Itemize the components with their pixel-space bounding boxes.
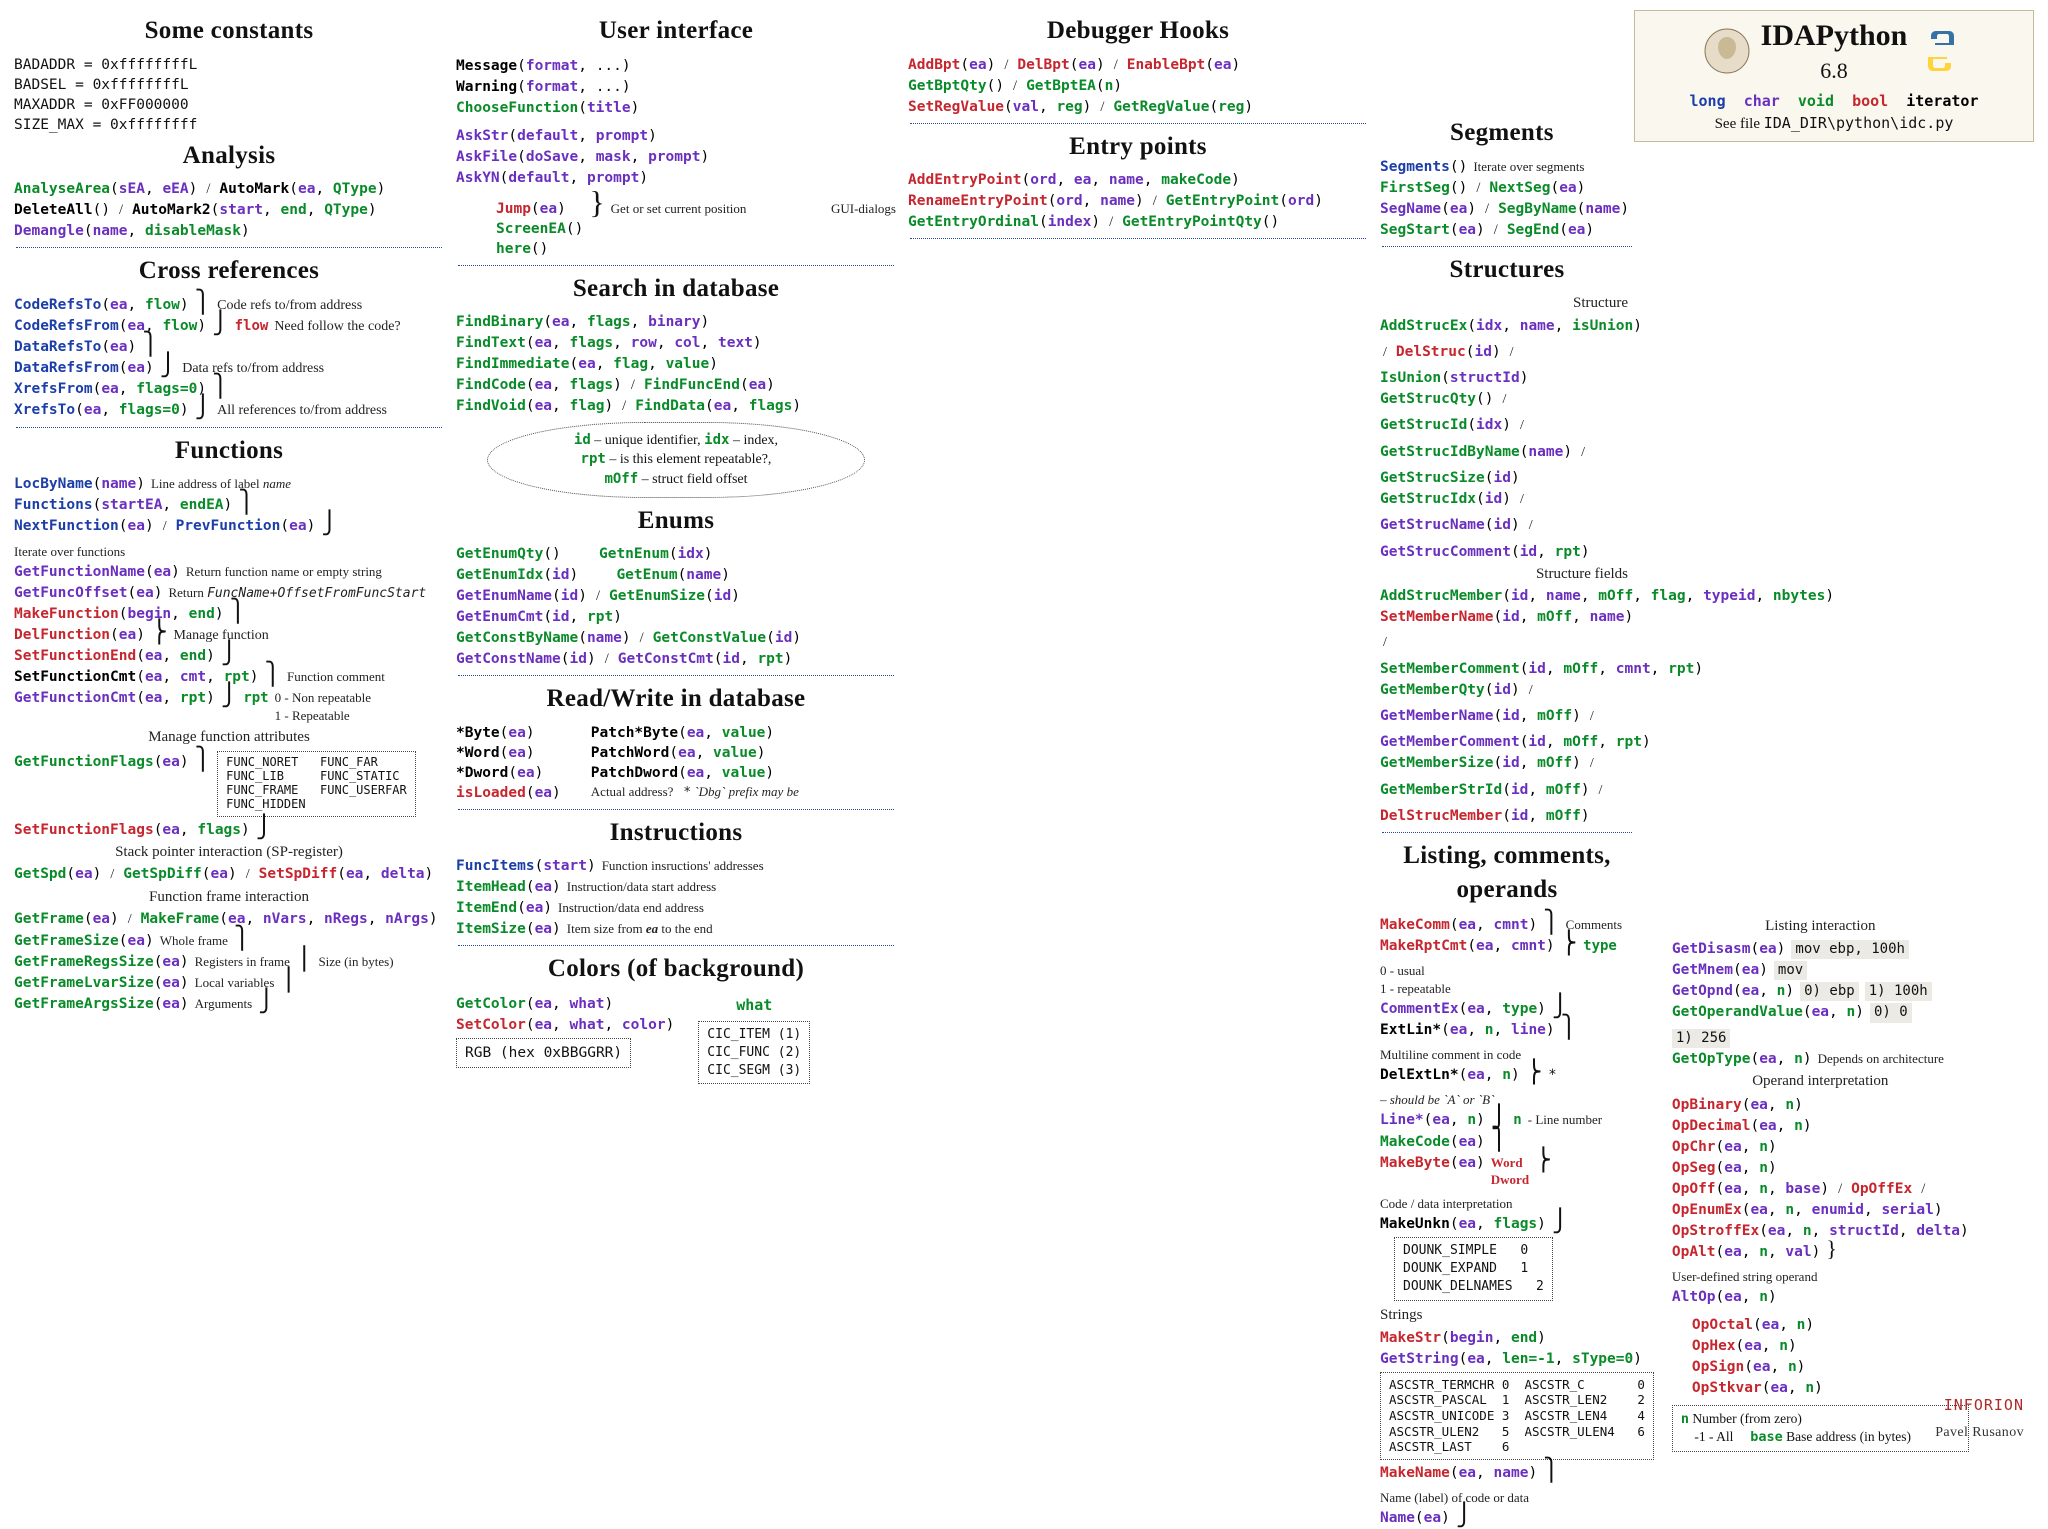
entry-title: Entry points — [908, 130, 1368, 165]
structs-list: StructureAddStrucEx(idx, name, isUnion)/… — [1380, 293, 1634, 826]
python-icon — [1917, 27, 1965, 75]
analysis-list: AnalyseArea(sEA, eEA)/AutoMark(ea, QType… — [14, 179, 444, 241]
search-title: Search in database — [456, 272, 896, 307]
entry-list: AddEntryPoint(ord, ea, name, makeCode)Re… — [908, 170, 1368, 239]
constants-list: BADADDR = 0xffffffffLBADSEL = 0xffffffff… — [14, 55, 444, 135]
rw-list: *Byte(ea)*Word(ea)*Dword(ea)isLoaded(ea)… — [456, 723, 896, 803]
listing-left — [908, 245, 1368, 463]
brand-title: IDAPython — [1761, 15, 1908, 56]
structs-title: Structures — [1380, 253, 1634, 288]
enums-title: Enums — [456, 504, 896, 539]
functions-title: Functions — [14, 434, 444, 469]
colors-title: Colors (of background) — [456, 952, 896, 987]
instr-list: FuncItems(start)Function insructions' ad… — [456, 856, 896, 939]
dbg-list: AddBpt(ea)/DelBpt(ea)/EnableBpt(ea)GetBp… — [908, 55, 1368, 117]
enums-list: GetEnumQty() GetnEnum(idx)GetEnumIdx(id)… — [456, 544, 896, 669]
constants-title: Some constants — [14, 14, 444, 49]
segments-list: Segments()Iterate over segmentsFirstSeg(… — [1380, 157, 1634, 240]
brand-types: long char void bool iterator — [1643, 91, 2025, 112]
rw-title: Read/Write in database — [456, 682, 896, 717]
instructions-title: Instructions — [456, 816, 896, 851]
xrefs-list: CodeRefsTo(ea, flow) ⎫Code refs to/from … — [14, 295, 444, 421]
colors-list: GetColor(ea, what)SetColor(ea, what, col… — [456, 993, 896, 1087]
dbg-title: Debugger Hooks — [908, 14, 1368, 49]
listing-right: MakeComm(ea, cmnt) ⎫CommentsMakeRptCmt(e… — [1380, 914, 1634, 1529]
ui-list: Message(format, ...)Warning(format, ...)… — [456, 55, 896, 266]
author-portrait-icon — [1703, 27, 1751, 75]
functions-list: LocByName(name)Line address of label nam… — [14, 474, 444, 1013]
xrefs-title: Cross references — [14, 254, 444, 289]
brand-see: See file IDA_DIR\python\idc.py — [1643, 113, 2025, 135]
segments-title: Segments — [1380, 116, 1634, 151]
listing-title: Listing, comments, operands — [1380, 839, 1634, 908]
company-logo: INFORION — [1944, 1395, 2024, 1416]
search-list: FindBinary(ea, flags, binary)FindText(ea… — [456, 312, 896, 416]
id-idx-info: id – unique identifier, idx – index, rpt… — [487, 422, 865, 498]
author-credit: Pavel Rusanov — [1935, 1423, 2024, 1442]
analysis-title: Analysis — [14, 139, 444, 174]
brand-box: IDAPython 6.8 long char void bool iterat… — [1634, 10, 2034, 142]
ui-title: User interface — [456, 14, 896, 49]
brand-version: 6.8 — [1761, 56, 1908, 86]
